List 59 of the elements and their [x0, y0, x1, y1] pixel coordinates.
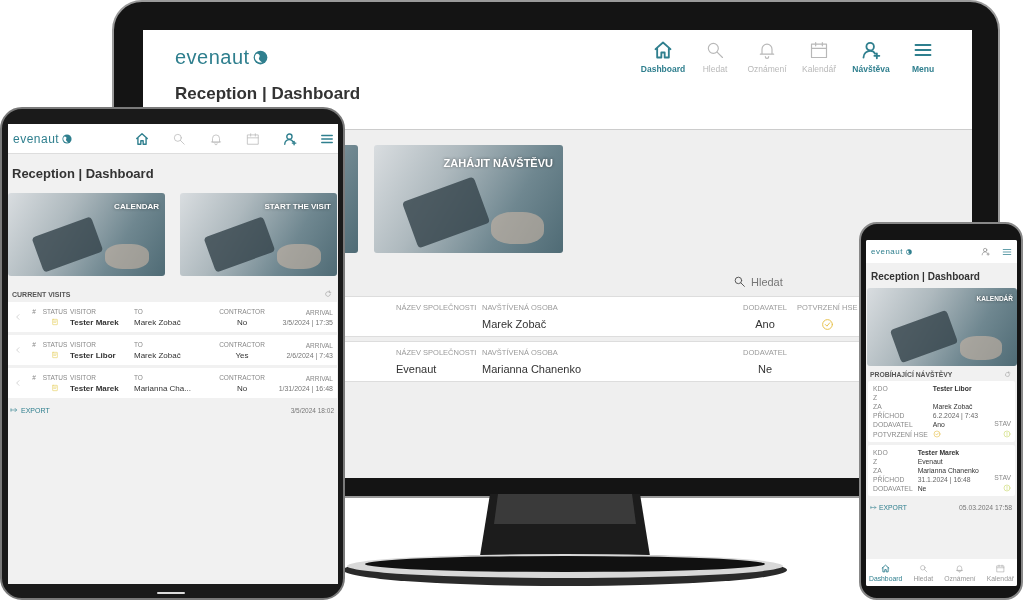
home-icon [881, 563, 891, 573]
table-cell-text: Evenaut [396, 363, 438, 375]
table-cell: Yes [235, 350, 249, 360]
info-circle-icon [1003, 430, 1011, 438]
search-icon[interactable] [172, 131, 186, 146]
arrow-icon [10, 406, 18, 414]
note-icon [51, 318, 59, 326]
note-icon [51, 351, 59, 359]
menu-icon[interactable] [1002, 246, 1012, 257]
tile-title[interactable]: ZAHÁJIT NÁVŠTĚVU [443, 157, 553, 169]
table-cell-text: Marek Zobač [134, 317, 182, 327]
note-icon [51, 384, 59, 392]
nav-item[interactable]: Dashboard [639, 40, 687, 74]
table-cell: No [236, 317, 248, 327]
table-cell-text: Marianna Cha... [134, 383, 192, 393]
user-plus-icon[interactable] [981, 247, 990, 256]
bell-icon [955, 563, 965, 573]
calendar-icon[interactable] [246, 131, 260, 146]
nav-item[interactable]: Návštěva [847, 40, 895, 74]
home-icon [653, 40, 673, 60]
table-cell-text: Tester Libor [70, 350, 117, 360]
table-cell: No [236, 383, 248, 393]
table-cell-text: Tester Marek [70, 317, 120, 327]
nav-item[interactable]: Menu [899, 40, 947, 74]
refresh-icon[interactable] [1004, 371, 1011, 378]
arrow-icon [870, 504, 877, 511]
search-icon [918, 563, 928, 573]
info-circle-icon [1003, 484, 1011, 492]
calendar-icon [809, 40, 829, 60]
tile-title[interactable]: START THE VISIT [264, 202, 331, 211]
tile-title[interactable]: CALENDAR [114, 202, 159, 211]
page-title: Reception | Dashboard [871, 271, 981, 282]
globe-icon [905, 248, 912, 255]
search-icon [705, 40, 725, 60]
table-cell: Ano [755, 318, 775, 330]
logo-text: evenaut [13, 131, 60, 146]
calendar-icon [995, 563, 1005, 573]
user-plus-icon[interactable] [283, 131, 297, 146]
home-icon[interactable] [135, 131, 149, 146]
refresh-icon[interactable] [324, 290, 332, 298]
table-cell-text: Tester Marek [70, 383, 120, 393]
table-cell-text: Marek Zobač [134, 350, 182, 360]
globe-icon [62, 133, 73, 144]
table-cell: Ne [757, 363, 773, 375]
table-cell-text: Marianna Chanenko [482, 363, 583, 375]
chevron-icon[interactable] [14, 313, 22, 321]
user-plus-icon [861, 40, 881, 60]
home-indicator [157, 592, 185, 594]
table-cell-text: Marek Zobač [482, 318, 548, 330]
bell-icon[interactable] [209, 131, 223, 146]
search-icon [733, 275, 746, 288]
logo-text: evenaut [871, 247, 903, 256]
globe-icon [252, 49, 268, 65]
chevron-icon[interactable] [14, 346, 22, 354]
chevron-icon[interactable] [14, 379, 22, 387]
logo-text: evenaut [175, 45, 250, 69]
page-title: Reception | Dashboard [175, 84, 362, 104]
page-title: Reception | Dashboard [12, 166, 155, 181]
search-field[interactable]: Hledat [751, 275, 821, 288]
